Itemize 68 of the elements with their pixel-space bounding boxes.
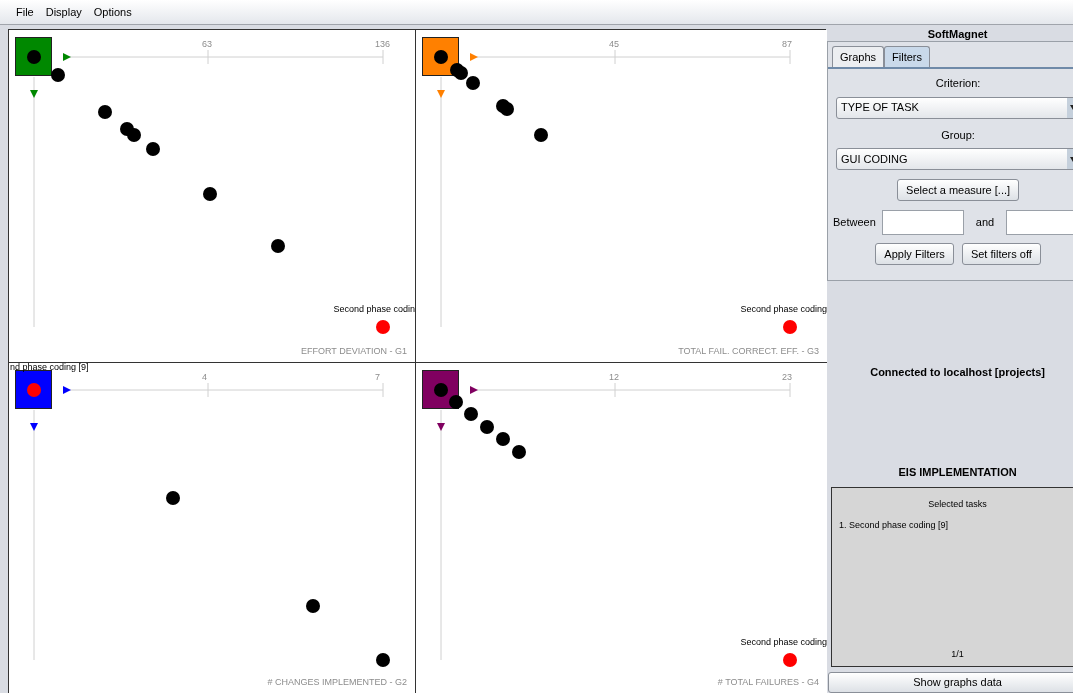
task-dot bbox=[480, 420, 494, 434]
down-arrow-icon bbox=[437, 423, 445, 431]
tick-label: 12 bbox=[609, 371, 619, 384]
field-label: and bbox=[975, 215, 995, 231]
field-label: Between bbox=[833, 215, 876, 231]
task-dot bbox=[496, 432, 510, 446]
task-dot bbox=[98, 105, 112, 119]
max-input-field[interactable] bbox=[1006, 210, 1073, 235]
right-arrow-icon bbox=[470, 53, 478, 61]
graph-title: TOTAL FAIL. CORRECT. EFF. - G3 bbox=[678, 344, 819, 358]
tick-label: 4 bbox=[202, 371, 207, 384]
task-dot bbox=[534, 128, 548, 142]
task-dot bbox=[434, 383, 448, 397]
right-arrow-icon bbox=[63, 386, 71, 394]
tick-label: 7 bbox=[375, 371, 380, 384]
task-entry[interactable]: 1. Second phase coding [9] bbox=[832, 519, 1073, 533]
down-arrow-icon bbox=[30, 423, 38, 431]
tab[interactable]: Graphs bbox=[832, 46, 885, 67]
task-dot bbox=[434, 50, 448, 64]
task-dot bbox=[454, 66, 468, 80]
select-measure-button[interactable]: Select a measure [...] bbox=[897, 179, 1020, 201]
page-indicator: 1/1 bbox=[950, 648, 965, 662]
task-dot bbox=[51, 68, 65, 82]
criterion-dropdown[interactable]: TYPE OF TASK bbox=[836, 96, 1073, 119]
down-arrow-icon bbox=[437, 90, 445, 98]
right-arrow-icon bbox=[470, 386, 478, 394]
tab[interactable]: Filters bbox=[884, 46, 931, 67]
tasks-title: Selected tasks bbox=[927, 497, 988, 511]
down-arrow-icon bbox=[30, 90, 38, 98]
right-arrow-icon bbox=[63, 53, 71, 61]
task-dot bbox=[203, 187, 217, 201]
field-label: Criterion: bbox=[934, 76, 982, 91]
task-dot bbox=[376, 653, 390, 667]
task-dot bbox=[464, 407, 478, 421]
show-graphs-data-button[interactable]: Show graphs data bbox=[828, 671, 1073, 693]
graph-title: # CHANGES IMPLEMENTED - G2 bbox=[267, 675, 407, 689]
task-dot bbox=[500, 102, 514, 116]
menu-item[interactable]: Display bbox=[45, 3, 82, 21]
graph-title: # TOTAL FAILURES - G4 bbox=[717, 675, 819, 689]
tick-label: 63 bbox=[202, 38, 212, 51]
min-input-field[interactable] bbox=[881, 210, 964, 235]
task-label: Second phase coding bbox=[740, 638, 827, 647]
menu-item[interactable]: Options bbox=[93, 3, 132, 21]
tick-label: 136 bbox=[375, 38, 391, 51]
task-dot bbox=[27, 50, 41, 64]
task-dot bbox=[306, 599, 320, 613]
task-dot bbox=[449, 395, 463, 409]
task-dot bbox=[166, 491, 180, 505]
field-label: Group: bbox=[940, 127, 976, 143]
task-label: nd phase coding [9] bbox=[10, 363, 89, 372]
task-dot bbox=[271, 239, 285, 253]
project-title: EIS IMPLEMENTATION bbox=[897, 465, 1018, 481]
task-label: Second phase coding bbox=[740, 305, 827, 314]
task-label: Second phase codin bbox=[333, 305, 415, 314]
menu-item[interactable]: File bbox=[16, 3, 34, 21]
task-dot bbox=[512, 445, 526, 459]
graph-title: EFFORT DEVIATION - G1 bbox=[301, 344, 407, 358]
task-dot bbox=[146, 142, 160, 156]
tick-label: 87 bbox=[782, 38, 792, 51]
task-dot bbox=[466, 76, 480, 90]
tick-label: 45 bbox=[609, 38, 619, 51]
tick-label: 23 bbox=[782, 371, 792, 384]
connection-status: Connected to localhost [projects] bbox=[869, 364, 1046, 380]
task-dot bbox=[127, 128, 141, 142]
apply-filters-button[interactable]: Apply Filters bbox=[875, 243, 954, 265]
group-dropdown[interactable]: GUI CODING bbox=[836, 148, 1073, 170]
panel-title: SoftMagnet bbox=[926, 27, 989, 41]
filters-off-button[interactable]: Set filters off bbox=[961, 243, 1041, 265]
